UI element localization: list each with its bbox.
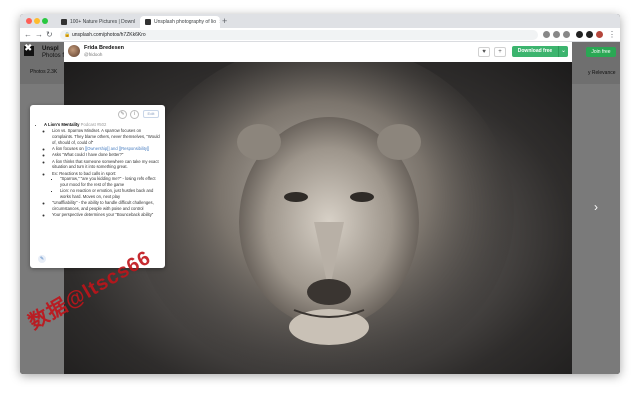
reload-icon[interactable]: ↻ bbox=[46, 29, 53, 40]
minimize-window-icon[interactable] bbox=[34, 18, 40, 24]
browser-window: 100+ Nature Pictures | Downl ✕ Unsplash … bbox=[20, 14, 620, 374]
menu-icon[interactable]: ⋮ bbox=[608, 29, 616, 40]
unsplash-favicon-icon bbox=[61, 19, 67, 25]
back-icon[interactable]: ← bbox=[24, 29, 32, 40]
note-meta: Podcast #502 bbox=[79, 122, 107, 127]
photo-modal-header: Frida Bredesen @fridooh ♥ + Download fre… bbox=[64, 42, 572, 62]
tab-lion-photo[interactable]: Unsplash photography of lio ✕ bbox=[140, 16, 220, 28]
note-title: A Lion's Mentality bbox=[44, 122, 80, 127]
tab-nature-pictures[interactable]: 100+ Nature Pictures | Downl ✕ bbox=[56, 16, 136, 28]
tab-strip: 100+ Nature Pictures | Downl ✕ Unsplash … bbox=[20, 14, 620, 28]
author-avatar[interactable] bbox=[68, 45, 80, 57]
site-title: Unspl bbox=[42, 46, 59, 52]
list-item: A lion thinks that someone somewhere can… bbox=[52, 159, 162, 170]
list-item: Lion: no reaction or emotion, just hustl… bbox=[60, 188, 162, 199]
author-handle[interactable]: @fridooh bbox=[84, 52, 102, 57]
tab-label: 100+ Nature Pictures | Downl bbox=[70, 19, 136, 25]
list-item: Asks "What could I have done better?" bbox=[52, 152, 162, 158]
pencil-icon[interactable]: ✎ bbox=[38, 255, 46, 263]
notes-list: A Lion's Mentality Podcast #502 Lion vs.… bbox=[38, 122, 162, 219]
list-item: Your perspective determines your "Bounce… bbox=[52, 212, 162, 218]
note-text: Ex: Reactions to bad calls in sport: bbox=[52, 170, 117, 176]
notes-panel: ✎ i Edit A Lion's Mentality Podcast #502… bbox=[30, 105, 165, 268]
add-to-collection-button[interactable]: + bbox=[494, 47, 506, 57]
like-button[interactable]: ♥ bbox=[478, 47, 490, 57]
tab-close-icon[interactable]: ✕ bbox=[135, 19, 136, 25]
extension-icon[interactable] bbox=[586, 31, 593, 38]
edit-note-button[interactable]: Edit bbox=[143, 110, 159, 118]
list-item: "Unaffliability" - the ability to handle… bbox=[52, 200, 162, 211]
list-item: Ex: Reactions to bad calls in sport: "Sp… bbox=[52, 171, 162, 200]
download-button[interactable]: Download free bbox=[512, 46, 558, 57]
author-name[interactable]: Frida Bredesen bbox=[84, 45, 124, 51]
extension-icon[interactable] bbox=[576, 31, 583, 38]
maximize-window-icon[interactable] bbox=[42, 18, 48, 24]
address-bar[interactable]: 🔒 unsplash.com/photos/h7ZKk6Kro bbox=[60, 30, 538, 40]
next-photo-arrow-icon[interactable]: › bbox=[594, 200, 598, 214]
comment-icon[interactable]: ✎ bbox=[118, 110, 127, 119]
lock-icon: 🔒 bbox=[64, 32, 71, 38]
note-text: A lion focuses on bbox=[52, 146, 85, 151]
tab-label: Unsplash photography of lio bbox=[154, 19, 216, 25]
list-item: A Lion's Mentality Podcast #502 bbox=[44, 122, 162, 128]
download-options-button[interactable]: ⌄ bbox=[558, 46, 568, 57]
address-text: unsplash.com/photos/h7ZKk6Kro bbox=[72, 32, 146, 38]
tab-close-icon[interactable]: ✕ bbox=[216, 19, 220, 25]
join-button[interactable]: Join free bbox=[586, 47, 616, 57]
site-subtitle: Photos f bbox=[42, 53, 65, 59]
extension-icon[interactable] bbox=[553, 31, 560, 38]
list-item: Lion vs. Sparrow Mindset. A sparrow focu… bbox=[52, 128, 162, 145]
list-item: "Sparrow," "are you kidding me?" - losin… bbox=[60, 176, 162, 187]
profile-avatar[interactable] bbox=[596, 31, 603, 38]
relevance-dropdown[interactable]: y Relevance bbox=[588, 70, 616, 76]
extension-icon[interactable] bbox=[543, 31, 550, 38]
extension-icon[interactable] bbox=[563, 31, 570, 38]
unsplash-favicon-icon bbox=[145, 19, 151, 25]
site-name: Unspl Photos f bbox=[42, 46, 64, 60]
forward-icon[interactable]: → bbox=[35, 29, 43, 40]
list-item: A lion focuses on [[Ownership]] and [[Re… bbox=[52, 146, 162, 152]
note-tag-link[interactable]: [[Ownership]] and [[Responsibility]] bbox=[85, 146, 149, 151]
browser-toolbar: ← → ↻ 🔒 unsplash.com/photos/h7ZKk6Kro ⋮ bbox=[20, 28, 620, 42]
close-window-icon[interactable] bbox=[26, 18, 32, 24]
new-tab-button[interactable]: + bbox=[222, 16, 227, 27]
photos-tab[interactable]: Photos 2.3K bbox=[30, 69, 57, 75]
close-modal-icon[interactable]: ✖ bbox=[24, 44, 32, 54]
info-icon[interactable]: i bbox=[130, 110, 139, 119]
